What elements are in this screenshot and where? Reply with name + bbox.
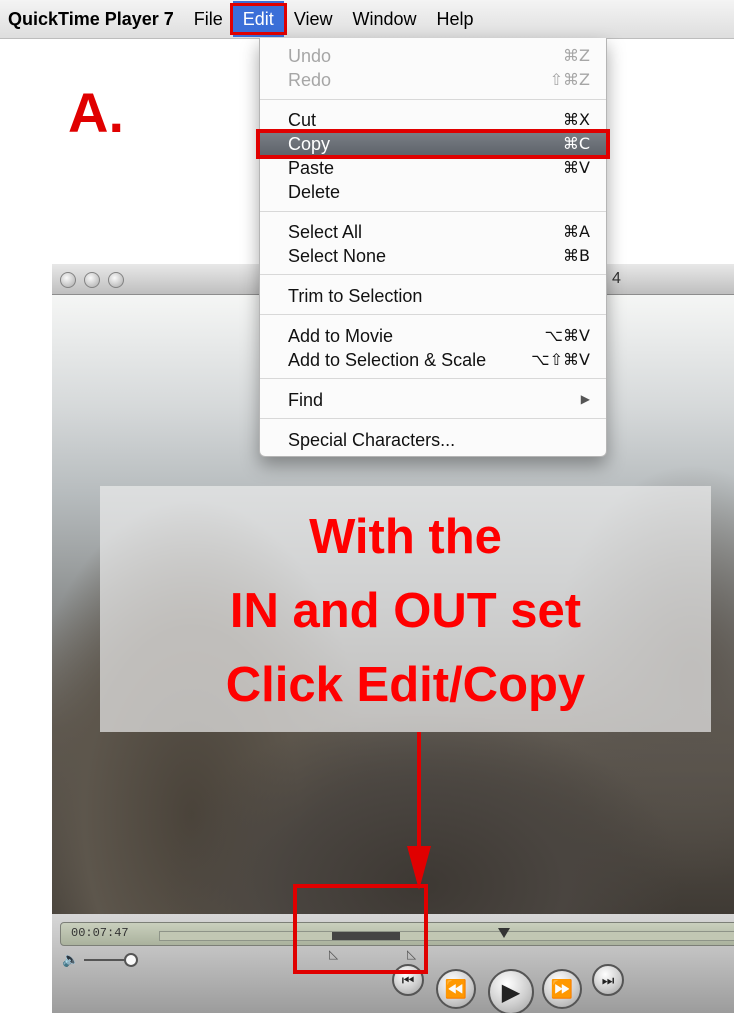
menu-item-shortcut: ⌥⌘V <box>544 326 590 345</box>
menu-item-delete[interactable]: Delete <box>260 180 606 204</box>
menu-file[interactable]: File <box>184 1 233 37</box>
menu-separator <box>260 378 606 379</box>
menu-item-label: Undo <box>288 46 332 66</box>
time-readout: 00:07:47 <box>71 926 129 940</box>
selection-highlight-box <box>293 884 428 974</box>
menu-item-label: Trim to Selection <box>288 286 423 306</box>
menu-help[interactable]: Help <box>427 1 484 37</box>
minimize-window-button[interactable] <box>84 272 100 288</box>
menu-item-label: Add to Selection & Scale <box>288 350 487 370</box>
menu-edit[interactable]: Edit <box>229 1 287 37</box>
skip-back-icon: ⏮ <box>401 971 415 988</box>
menu-separator <box>260 99 606 100</box>
menu-item-shortcut: ⌥⇧⌘V <box>531 350 590 369</box>
step-label: A. <box>68 81 124 144</box>
menu-separator <box>260 418 606 419</box>
menu-item-undo[interactable]: Undo ⌘Z <box>260 44 606 68</box>
instruction-overlay: With the IN and OUT set Click Edit/Copy <box>100 486 711 732</box>
play-icon: ▶ <box>501 978 521 1006</box>
menu-item-label: Find <box>288 390 324 410</box>
menu-item-label: Select All <box>288 222 363 242</box>
menu-item-special-characters[interactable]: Special Characters... <box>260 428 606 452</box>
menu-item-copy[interactable]: Copy ⌘C <box>256 129 610 159</box>
app-menu[interactable]: QuickTime Player 7 <box>0 1 184 37</box>
menu-item-add-to-movie[interactable]: Add to Movie ⌥⌘V <box>260 324 606 348</box>
play-button[interactable]: ▶ <box>488 969 534 1013</box>
menu-item-label: Add to Movie <box>288 326 394 346</box>
instruction-line-2: IN and OUT set <box>229 584 582 638</box>
menu-item-label: Paste <box>288 158 335 178</box>
fast-forward-button[interactable]: ⏩ <box>542 969 582 1009</box>
close-window-button[interactable] <box>60 272 76 288</box>
edit-menu: Undo ⌘Z Redo ⇧⌘Z Cut ⌘X Copy ⌘C Paste ⌘V… <box>256 38 610 457</box>
instruction-line-3: Click Edit/Copy <box>225 658 586 712</box>
menu-item-shortcut: ⌘V <box>563 158 590 177</box>
menu-view[interactable]: View <box>284 1 343 37</box>
menu-item-label: Copy <box>288 134 331 154</box>
volume-knob[interactable] <box>124 953 138 967</box>
rewind-button[interactable]: ⏪ <box>436 969 476 1009</box>
menu-item-label: Select None <box>288 246 387 266</box>
menu-separator <box>260 314 606 315</box>
instruction-text: With the IN and OUT set Click Edit/Copy <box>100 500 711 722</box>
menu-item-shortcut: ⌘X <box>563 110 590 129</box>
go-to-end-button[interactable]: ⏭ <box>592 964 624 996</box>
menu-item-select-none[interactable]: Select None ⌘B <box>260 244 606 268</box>
zoom-window-button[interactable] <box>108 272 124 288</box>
instruction-line-1: With the <box>309 510 502 564</box>
playhead[interactable] <box>498 928 510 938</box>
menu-item-shortcut: ⌘Z <box>563 46 590 65</box>
menu-window[interactable]: Window <box>343 1 427 37</box>
menu-item-redo[interactable]: Redo ⇧⌘Z <box>260 68 606 92</box>
menu-item-shortcut: ⌘C <box>562 134 590 153</box>
timeline-track[interactable] <box>159 928 734 941</box>
menu-item-label: Redo <box>288 70 332 90</box>
fast-forward-icon: ⏩ <box>550 978 574 999</box>
menu-item-paste[interactable]: Paste ⌘V <box>260 156 606 180</box>
menu-item-trim-to-selection[interactable]: Trim to Selection <box>260 284 606 308</box>
skip-forward-icon: ⏭ <box>601 971 615 988</box>
submenu-arrow-icon: ▶ <box>580 392 590 406</box>
menu-item-label: Delete <box>288 182 341 202</box>
rewind-icon: ⏪ <box>444 978 468 999</box>
volume-icon[interactable]: 🔈 <box>62 951 79 968</box>
menu-item-shortcut: ⇧⌘Z <box>549 70 590 89</box>
menu-bar: QuickTime Player 7 File Edit View Window… <box>0 0 734 39</box>
window-title: 4 <box>612 270 621 287</box>
menu-item-shortcut: ⌘A <box>563 222 590 241</box>
menu-item-label: Cut <box>288 110 317 130</box>
menu-item-select-all[interactable]: Select All ⌘A <box>260 220 606 244</box>
menu-separator <box>260 274 606 275</box>
menu-separator <box>260 211 606 212</box>
menu-item-find[interactable]: Find ▶ <box>260 388 606 412</box>
volume-slider[interactable] <box>84 959 128 961</box>
arrow-line <box>417 732 421 846</box>
menu-item-add-to-selection-scale[interactable]: Add to Selection & Scale ⌥⇧⌘V <box>260 348 606 372</box>
menu-item-label: Special Characters... <box>288 430 456 450</box>
menu-item-shortcut: ⌘B <box>563 246 590 265</box>
